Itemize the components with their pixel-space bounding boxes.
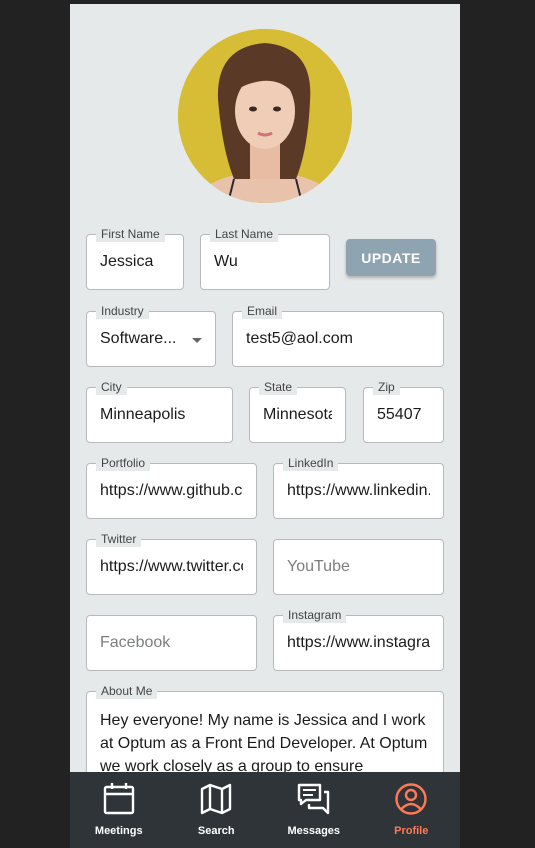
calendar-icon bbox=[103, 783, 134, 815]
avatar[interactable] bbox=[178, 29, 352, 203]
portfolio-value[interactable]: https://www.github.com bbox=[100, 464, 243, 518]
tab-search[interactable]: Search bbox=[168, 772, 266, 848]
profile-screen: First Name Jessica Last Name Wu UPDATE I… bbox=[70, 4, 460, 848]
tab-profile-label: Profile bbox=[394, 825, 429, 837]
twitter-value[interactable]: https://www.twitter.com bbox=[100, 540, 243, 594]
city-value[interactable]: Minneapolis bbox=[100, 388, 219, 442]
tab-messages-label: Messages bbox=[287, 825, 341, 837]
industry-value[interactable]: Software... bbox=[100, 312, 185, 366]
about-me-label: About Me bbox=[96, 683, 158, 699]
state-field[interactable]: State Minnesota bbox=[249, 379, 346, 443]
map-icon bbox=[201, 783, 232, 815]
twitter-field[interactable]: Twitter https://www.twitter.com bbox=[86, 531, 257, 595]
about-me-value[interactable]: Hey everyone! My name is Jessica and I w… bbox=[100, 709, 433, 778]
portfolio-field[interactable]: Portfolio https://www.github.com bbox=[86, 455, 257, 519]
bottom-tab-bar: Meetings Search Messages Profile bbox=[70, 772, 460, 848]
industry-select[interactable]: Industry Software... bbox=[86, 303, 216, 367]
update-button[interactable]: UPDATE bbox=[346, 239, 436, 276]
youtube-field[interactable]: YouTube bbox=[273, 539, 444, 595]
chat-icon bbox=[297, 783, 329, 815]
email-field[interactable]: Email test5@aol.com bbox=[232, 303, 444, 367]
tab-meetings-label: Meetings bbox=[94, 825, 143, 837]
last-name-value[interactable]: Wu bbox=[214, 235, 316, 289]
zip-value[interactable]: 55407 bbox=[377, 388, 430, 442]
user-circle-icon bbox=[395, 783, 427, 815]
linkedin-value[interactable]: https://www.linkedin.com bbox=[287, 464, 430, 518]
last-name-field[interactable]: Last Name Wu bbox=[200, 226, 330, 290]
email-value[interactable]: test5@aol.com bbox=[246, 312, 430, 366]
facebook-field[interactable]: Facebook bbox=[86, 615, 257, 671]
facebook-placeholder[interactable]: Facebook bbox=[100, 616, 243, 670]
chevron-down-icon[interactable] bbox=[192, 338, 202, 343]
zip-field[interactable]: Zip 55407 bbox=[363, 379, 444, 443]
tab-search-label: Search bbox=[197, 825, 235, 837]
city-field[interactable]: City Minneapolis bbox=[86, 379, 233, 443]
youtube-placeholder[interactable]: YouTube bbox=[287, 540, 430, 594]
avatar-image bbox=[178, 29, 352, 203]
tab-meetings[interactable]: Meetings bbox=[70, 772, 168, 848]
instagram-value[interactable]: https://www.instagram.com bbox=[287, 616, 430, 670]
tab-messages[interactable]: Messages bbox=[265, 772, 363, 848]
instagram-field[interactable]: Instagram https://www.instagram.com bbox=[273, 607, 444, 671]
linkedin-field[interactable]: LinkedIn https://www.linkedin.com bbox=[273, 455, 444, 519]
tab-profile[interactable]: Profile bbox=[363, 772, 461, 848]
first-name-value[interactable]: Jessica bbox=[100, 235, 170, 289]
first-name-field[interactable]: First Name Jessica bbox=[86, 226, 184, 290]
state-value[interactable]: Minnesota bbox=[263, 388, 332, 442]
